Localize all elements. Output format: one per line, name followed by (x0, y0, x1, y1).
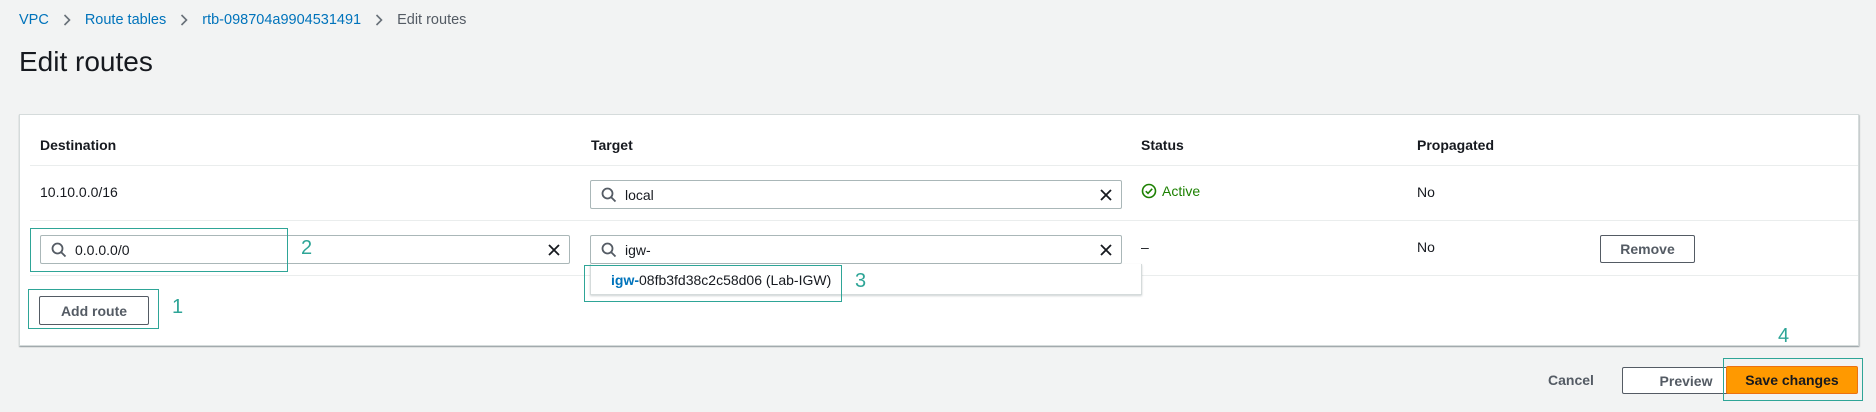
breadcrumb-vpc-link[interactable]: VPC (19, 12, 49, 28)
status-badge: Active (1141, 183, 1200, 199)
column-header-propagated: Propagated (1417, 137, 1495, 153)
save-changes-button[interactable]: Save changes (1726, 366, 1858, 394)
search-icon (601, 242, 617, 258)
option-rest-text: 08fb3fd38c2c58d06 (Lab-IGW) (639, 272, 832, 288)
row-2-target-value: igw- (625, 242, 651, 258)
row-2-target-input[interactable]: igw- (590, 235, 1122, 264)
column-header-destination: Destination (40, 137, 117, 153)
chevron-right-icon (180, 14, 188, 26)
row-2-status: – (1141, 239, 1149, 255)
routes-table-panel: Destination Target Status Propagated 10.… (19, 114, 1859, 346)
annotation-number-1: 1 (172, 296, 184, 318)
row-2-destination-value: 0.0.0.0/0 (75, 242, 130, 258)
column-header-status: Status (1141, 137, 1184, 153)
cancel-button[interactable]: Cancel (1548, 372, 1594, 388)
breadcrumb: VPC Route tables rtb-098704a9904531491 E… (19, 11, 466, 29)
row-1-target-input[interactable]: local (590, 180, 1122, 209)
chevron-right-icon (63, 14, 71, 26)
annotation-number-2: 2 (301, 237, 313, 259)
header-divider (30, 165, 1858, 166)
annotation-number-4: 4 (1778, 325, 1790, 347)
search-icon (601, 187, 617, 203)
breadcrumb-route-tables-link[interactable]: Route tables (85, 12, 166, 28)
row-1-target-value: local (625, 187, 654, 203)
breadcrumb-route-table-id-link[interactable]: rtb-098704a9904531491 (202, 12, 361, 28)
match-highlight: igw- (611, 272, 639, 288)
status-text: Active (1162, 183, 1201, 199)
breadcrumb-current: Edit routes (397, 12, 467, 28)
row-divider (30, 220, 1858, 221)
page-title: Edit routes (19, 46, 153, 77)
row-2-propagated: No (1417, 239, 1435, 255)
remove-route-button[interactable]: Remove (1600, 235, 1695, 263)
row-1-destination: 10.10.0.0/16 (40, 184, 118, 200)
clear-icon[interactable] (1099, 243, 1113, 257)
chevron-right-icon (375, 14, 383, 26)
check-circle-icon (1141, 183, 1157, 199)
dropdown-option-igw[interactable]: igw-08fb3fd38c2c58d06 (Lab-IGW) (591, 264, 1143, 295)
add-route-button[interactable]: Add route (39, 296, 149, 325)
clear-icon[interactable] (547, 243, 561, 257)
search-icon (51, 242, 67, 258)
column-header-target: Target (591, 137, 633, 153)
row-1-propagated: No (1417, 184, 1435, 200)
annotation-number-3: 3 (855, 270, 867, 292)
clear-icon[interactable] (1099, 188, 1113, 202)
